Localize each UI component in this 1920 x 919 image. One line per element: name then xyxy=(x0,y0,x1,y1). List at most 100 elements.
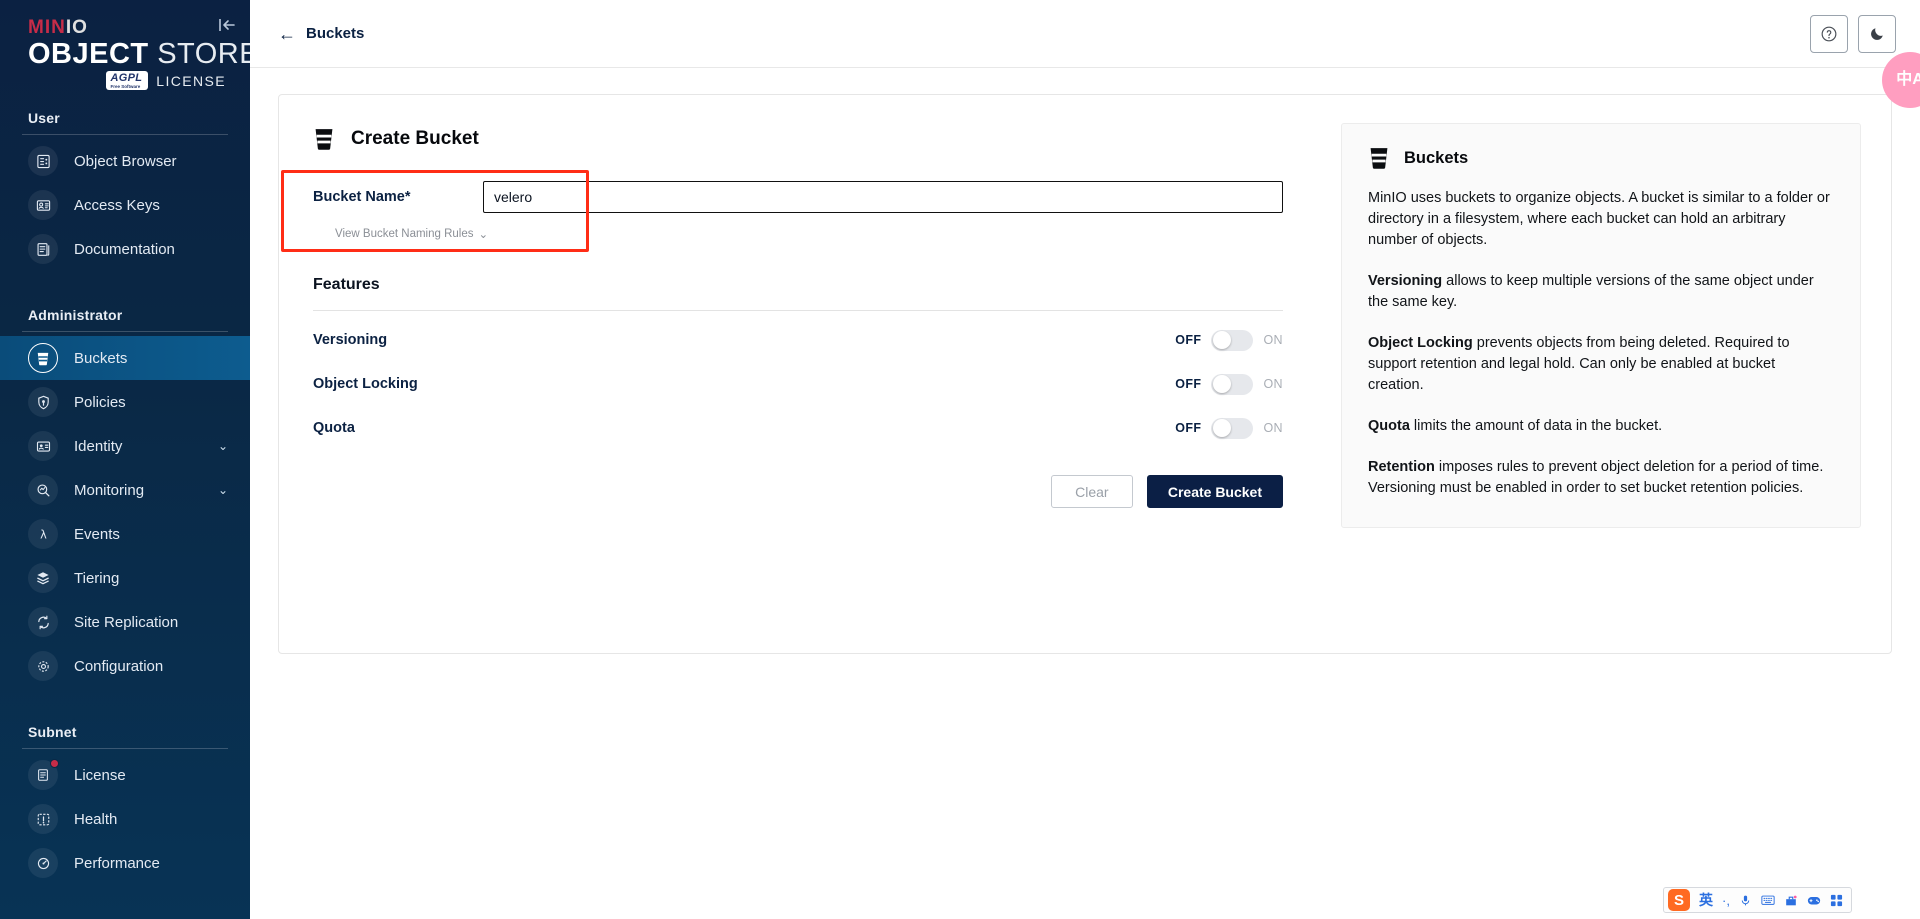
breadcrumb-back-buckets[interactable]: ← Buckets xyxy=(278,25,364,43)
object-browser-icon xyxy=(28,146,58,177)
sidebar-item-policies[interactable]: Policies xyxy=(0,380,250,424)
sidebar-item-performance[interactable]: Performance xyxy=(0,841,250,885)
info-text: MinIO uses buckets to organize objects. … xyxy=(1368,190,1830,249)
sidebar-item-label: Events xyxy=(74,525,120,543)
ime-toolbar: S 英 ·, xyxy=(1663,887,1852,913)
page-title: Buckets xyxy=(306,25,365,42)
feature-row-versioning: Versioning OFF ON xyxy=(313,325,1283,355)
performance-icon xyxy=(28,848,58,879)
sidebar-item-site-replication[interactable]: Site Replication xyxy=(0,600,250,644)
feature-toggle-group: OFF ON xyxy=(1175,417,1283,439)
content-area: Create Bucket Bucket Name* View Bucket N… xyxy=(250,68,1920,919)
bucket-name-label: Bucket Name* xyxy=(313,189,411,205)
feature-label: Versioning xyxy=(313,332,388,348)
apps-icon[interactable] xyxy=(1830,894,1843,907)
sidebar-item-label: Site Replication xyxy=(74,613,179,631)
collapse-sidebar-icon[interactable] xyxy=(216,14,238,36)
sidebar-item-tiering[interactable]: Tiering xyxy=(0,556,250,600)
sidebar-item-events[interactable]: λ Events xyxy=(0,512,250,556)
sidebar-item-label: Monitoring xyxy=(74,481,145,499)
brand-logo: MINIO OBJECT STORE AGPL Free Software LI… xyxy=(0,0,250,100)
ime-language-toggle[interactable]: 英 xyxy=(1699,890,1713,910)
help-circle-icon[interactable] xyxy=(1810,14,1848,53)
divider xyxy=(313,310,1283,311)
site-replication-icon xyxy=(28,607,58,638)
toggle-knob xyxy=(1213,419,1232,437)
keyboard-icon[interactable] xyxy=(1761,894,1775,906)
license-icon xyxy=(28,759,59,791)
sidebar-item-label: Policies xyxy=(74,393,126,411)
versioning-toggle[interactable] xyxy=(1211,329,1254,351)
health-icon xyxy=(28,804,58,835)
divider xyxy=(22,134,228,136)
sogou-logo-icon[interactable]: S xyxy=(1668,889,1690,911)
sidebar-item-label: Identity xyxy=(74,437,123,455)
bucket-icon xyxy=(28,343,58,374)
events-lambda-icon: λ xyxy=(28,519,58,550)
feature-label: Quota xyxy=(313,420,355,436)
info-header: Buckets xyxy=(1368,146,1834,170)
bucket-name-input[interactable] xyxy=(483,181,1283,213)
mic-icon[interactable] xyxy=(1739,894,1752,907)
policies-icon xyxy=(28,387,58,418)
topbar-actions xyxy=(1810,14,1896,53)
sidebar-item-health[interactable]: Health xyxy=(0,797,250,841)
toggle-on-label: ON xyxy=(1263,333,1283,347)
form-actions: Clear Create Bucket xyxy=(313,475,1283,508)
sidebar-item-identity[interactable]: Identity ⌄ xyxy=(0,424,250,468)
view-bucket-naming-rules-link[interactable]: View Bucket Naming Rules ⌄ xyxy=(335,227,488,241)
buckets-info-card: Buckets MinIO uses buckets to organize o… xyxy=(1341,123,1861,529)
bucket-icon xyxy=(313,127,335,151)
bucket-name-row: Bucket Name* xyxy=(313,181,1283,213)
agpl-badge: AGPL Free Software xyxy=(105,71,149,91)
sidebar-item-documentation[interactable]: Documentation xyxy=(0,227,250,271)
object-locking-toggle[interactable] xyxy=(1211,373,1254,395)
info-lead: Quota xyxy=(1368,418,1410,435)
brand-minio-text: MINIO xyxy=(28,18,228,37)
tiering-layers-icon xyxy=(28,563,58,594)
sidebar-section-administrator-title: Administrator xyxy=(28,307,123,324)
sidebar-item-buckets[interactable]: Buckets xyxy=(0,336,250,381)
sidebar-section-user-title: User xyxy=(28,110,60,127)
info-paragraph: Versioning allows to keep multiple versi… xyxy=(1368,271,1834,313)
configuration-gear-icon xyxy=(28,651,58,682)
clear-button[interactable]: Clear xyxy=(1050,475,1133,508)
info-paragraph: MinIO uses buckets to organize objects. … xyxy=(1368,188,1834,251)
create-bucket-form: Create Bucket Bucket Name* View Bucket N… xyxy=(279,95,1315,653)
create-bucket-button[interactable]: Create Bucket xyxy=(1146,475,1283,508)
agpl-subtext: Free Software xyxy=(110,83,141,89)
sidebar-item-label: Access Keys xyxy=(74,196,160,214)
sidebar-item-label: Performance xyxy=(74,854,160,872)
create-bucket-panel: Create Bucket Bucket Name* View Bucket N… xyxy=(278,94,1892,654)
info-lead: Object Locking xyxy=(1368,335,1473,352)
sidebar-item-configuration[interactable]: Configuration xyxy=(0,644,250,688)
ime-punctuation-toggle[interactable]: ·, xyxy=(1722,893,1730,908)
game-icon[interactable] xyxy=(1807,895,1821,906)
monitoring-icon xyxy=(28,475,58,506)
feature-row-object-locking: Object Locking OFF ON xyxy=(313,369,1283,399)
chevron-down-icon: ⌄ xyxy=(217,439,228,454)
quota-toggle[interactable] xyxy=(1211,417,1254,439)
sidebar-item-object-browser[interactable]: Object Browser xyxy=(0,139,250,183)
features-heading: Features xyxy=(313,276,380,293)
moon-icon[interactable] xyxy=(1858,14,1896,53)
sidebar-item-access-keys[interactable]: Access Keys xyxy=(0,183,250,227)
sidebar-item-license[interactable]: License xyxy=(0,753,250,797)
info-paragraph: Object Locking prevents objects from bei… xyxy=(1368,333,1834,396)
toggle-on-label: ON xyxy=(1263,421,1283,435)
toolbox-icon[interactable] xyxy=(1784,894,1798,907)
sidebar-item-label: Configuration xyxy=(74,657,164,675)
info-text: imposes rules to prevent object deletion… xyxy=(1368,459,1824,497)
brand-io: IO xyxy=(65,17,88,38)
minio-console-app: MINIO OBJECT STORE AGPL Free Software LI… xyxy=(0,0,1920,919)
brand-store: STORE xyxy=(157,38,250,70)
brand-object-store: OBJECT STORE xyxy=(28,38,250,70)
divider xyxy=(22,331,228,333)
brand-object: OBJECT xyxy=(28,38,149,70)
naming-rules-label: View Bucket Naming Rules xyxy=(335,228,474,240)
sidebar-item-monitoring[interactable]: Monitoring ⌄ xyxy=(0,468,250,512)
documentation-icon xyxy=(28,234,58,265)
bucket-icon xyxy=(1368,146,1390,170)
